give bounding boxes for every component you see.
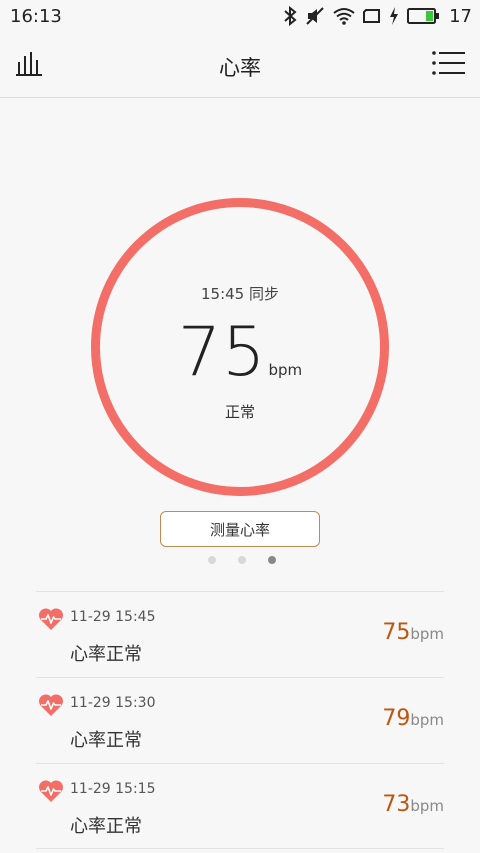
page-indicator (208, 556, 276, 564)
status-bar: 16:13 17 (0, 0, 480, 34)
sync-time: 15:45 同步 (201, 285, 279, 303)
record-time: 11-29 15:30 (70, 695, 156, 711)
record-time: 11-29 15:45 (70, 609, 156, 625)
list-item[interactable]: 11-29 15:45 心率正常 75bpm (36, 591, 444, 677)
wifi-icon (333, 7, 355, 25)
heart-rate-record-list: 11-29 15:45 心率正常 75bpm 11-29 15:30 心率正常 … (36, 591, 444, 849)
screen-rotate-icon (363, 8, 381, 24)
record-status: 心率正常 (70, 730, 142, 751)
heart-pulse-icon (38, 608, 64, 630)
record-value: 79 (382, 706, 411, 731)
battery-icon (407, 8, 440, 24)
status-icons: 17 (283, 5, 472, 27)
record-unit: bpm (410, 625, 444, 643)
record-unit: bpm (410, 711, 444, 729)
battery-level: 17 (449, 5, 472, 27)
heart-pulse-icon (38, 780, 64, 802)
heart-rate-status: 正常 (224, 403, 255, 421)
record-reading: 75bpm (382, 620, 444, 645)
record-unit: bpm (410, 797, 444, 815)
mute-icon (305, 6, 325, 26)
record-value: 75 (382, 620, 411, 645)
heart-rate-reading: 75 bpm (100, 313, 380, 392)
record-reading: 79bpm (382, 706, 444, 731)
record-value: 73 (382, 792, 411, 817)
measure-heart-rate-button[interactable]: 测量心率 (160, 511, 320, 547)
list-item[interactable]: 11-29 15:30 心率正常 79bpm (36, 677, 444, 763)
record-reading: 73bpm (382, 792, 444, 817)
record-status: 心率正常 (70, 816, 142, 837)
bluetooth-icon (283, 6, 297, 26)
list-menu-icon (432, 51, 465, 75)
page-dot[interactable] (238, 556, 246, 564)
heart-rate-value: 75 (177, 313, 267, 392)
charging-icon (389, 7, 399, 25)
heart-rate-unit: bpm (268, 361, 303, 379)
heart-rate-ring: 15:45 同步 75 bpm 正常 (91, 198, 389, 496)
page-title: 心率 (219, 56, 261, 80)
page-dot[interactable] (208, 556, 216, 564)
page-dot-active[interactable] (268, 556, 276, 564)
heart-pulse-icon (38, 694, 64, 716)
record-status: 心率正常 (70, 644, 142, 665)
app-header: 心率 (0, 34, 480, 98)
menu-button[interactable] (432, 50, 466, 76)
status-time: 16:13 (10, 6, 62, 27)
list-item[interactable]: 11-29 15:15 心率正常 73bpm (36, 763, 444, 849)
record-time: 11-29 15:15 (70, 781, 156, 797)
